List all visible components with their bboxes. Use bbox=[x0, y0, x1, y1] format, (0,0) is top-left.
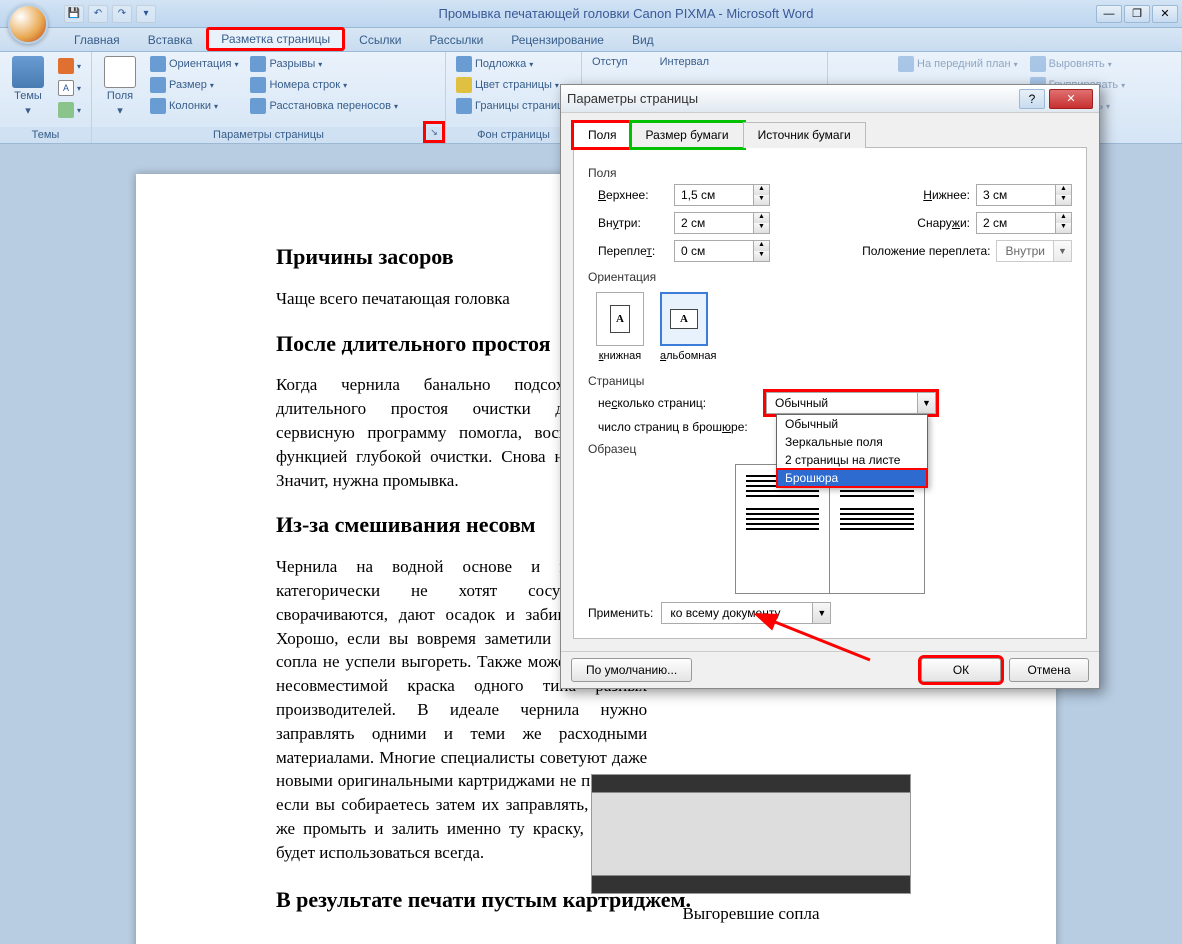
dialog-tabs: Поля Размер бумаги Источник бумаги bbox=[573, 121, 1087, 148]
tab-mailings[interactable]: Рассылки bbox=[415, 29, 497, 51]
dropdown-item-booklet[interactable]: Брошюра bbox=[777, 469, 927, 487]
bring-front-button[interactable]: На передний план▾ bbox=[894, 54, 1022, 74]
ribbon-tabs: Главная Вставка Разметка страницы Ссылки… bbox=[0, 28, 1182, 52]
gutter-pos-label: Положение переплета: bbox=[850, 244, 990, 258]
default-button[interactable]: По умолчанию... bbox=[571, 658, 692, 682]
landscape-option[interactable]: A альбомная bbox=[660, 292, 716, 362]
themes-label: Темы bbox=[14, 90, 42, 102]
quick-access-toolbar: 💾 ↶ ↷ ▾ bbox=[64, 5, 156, 23]
group-themes-label: Темы bbox=[0, 127, 91, 143]
theme-colors-icon[interactable]: ▾ bbox=[54, 56, 85, 76]
tab-references[interactable]: Ссылки bbox=[345, 29, 415, 51]
image-caption: Выгоревшие сопла bbox=[586, 902, 916, 926]
tab-home[interactable]: Главная bbox=[60, 29, 134, 51]
chevron-down-icon[interactable]: ▼ bbox=[917, 393, 935, 413]
page-setup-dialog: Параметры страницы ? ✕ Поля Размер бумаг… bbox=[560, 84, 1100, 689]
image-placeholder bbox=[591, 774, 911, 894]
size-button[interactable]: Размер▾ bbox=[146, 75, 242, 95]
qat-more-icon[interactable]: ▾ bbox=[136, 5, 156, 23]
landscape-label: альбомная bbox=[660, 350, 716, 362]
dialog-tab-paper[interactable]: Размер бумаги bbox=[631, 122, 744, 148]
page-color-button[interactable]: Цвет страницы▾ bbox=[452, 75, 567, 95]
apply-to-combo[interactable]: ко всему документу▼ bbox=[661, 602, 831, 624]
margins-section-label: Поля bbox=[588, 166, 1072, 180]
title-bar: 💾 ↶ ↷ ▾ Промывка печатающей головки Cano… bbox=[0, 0, 1182, 28]
portrait-label: книжная bbox=[599, 350, 642, 362]
orientation-button[interactable]: Ориентация▾ bbox=[146, 54, 242, 74]
group-page-setup-label: Параметры страницы bbox=[92, 127, 445, 143]
dropdown-item-2pages[interactable]: 2 страницы на листе bbox=[777, 451, 927, 469]
tab-insert[interactable]: Вставка bbox=[134, 29, 207, 51]
top-margin-input[interactable]: ▲▼ bbox=[674, 184, 770, 206]
minimize-button[interactable]: — bbox=[1096, 5, 1122, 23]
gutter-pos-combo[interactable]: Внутри▼ bbox=[996, 240, 1072, 262]
close-window-button[interactable]: ✕ bbox=[1152, 5, 1178, 23]
bottom-margin-label: Нижнее: bbox=[900, 188, 970, 202]
interval-label: Интервал bbox=[656, 54, 713, 70]
cancel-button[interactable]: Отмена bbox=[1009, 658, 1089, 682]
window-title: Промывка печатающей головки Canon PIXMA … bbox=[156, 6, 1096, 21]
tab-page-layout[interactable]: Разметка страницы bbox=[206, 27, 345, 51]
page-borders-button[interactable]: Границы страниц bbox=[452, 96, 567, 116]
theme-effects-icon[interactable]: ▾ bbox=[54, 100, 85, 120]
inside-margin-input[interactable]: ▲▼ bbox=[674, 212, 770, 234]
margins-label: Поля bbox=[107, 90, 133, 102]
booklet-sheets-label: число страниц в брошюре: bbox=[598, 420, 758, 434]
top-margin-label: Верхнее: bbox=[598, 188, 668, 202]
pages-section-label: Страницы bbox=[588, 374, 1072, 388]
dialog-help-button[interactable]: ? bbox=[1019, 89, 1045, 109]
apply-to-label: Применить: bbox=[588, 606, 653, 620]
theme-fonts-icon[interactable]: A▾ bbox=[54, 78, 85, 98]
dialog-title: Параметры страницы bbox=[567, 91, 1019, 106]
multi-pages-label: несколько страниц: bbox=[598, 396, 758, 410]
tab-review[interactable]: Рецензирование bbox=[497, 29, 618, 51]
inside-margin-label: Внутри: bbox=[598, 216, 668, 230]
dropdown-item-mirror[interactable]: Зеркальные поля bbox=[777, 433, 927, 451]
outside-margin-input[interactable]: ▲▼ bbox=[976, 212, 1072, 234]
maximize-button[interactable]: ❐ bbox=[1124, 5, 1150, 23]
ok-button[interactable]: ОК bbox=[921, 658, 1001, 682]
breaks-button[interactable]: Разрывы▾ bbox=[246, 54, 402, 74]
portrait-option[interactable]: A книжная bbox=[596, 292, 644, 362]
page-setup-dialog-launcher[interactable]: ↘ bbox=[423, 121, 445, 143]
columns-button[interactable]: Колонки▾ bbox=[146, 96, 242, 116]
redo-icon[interactable]: ↷ bbox=[112, 5, 132, 23]
undo-icon[interactable]: ↶ bbox=[88, 5, 108, 23]
office-button[interactable] bbox=[8, 4, 48, 44]
tab-view[interactable]: Вид bbox=[618, 29, 668, 51]
indent-label: Отступ bbox=[588, 54, 632, 70]
gutter-label: Переплет: bbox=[598, 244, 668, 258]
gutter-input[interactable]: ▲▼ bbox=[674, 240, 770, 262]
line-numbers-button[interactable]: Номера строк▾ bbox=[246, 75, 402, 95]
save-icon[interactable]: 💾 bbox=[64, 5, 84, 23]
bottom-margin-input[interactable]: ▲▼ bbox=[976, 184, 1072, 206]
hyphenation-button[interactable]: Расстановка переносов▾ bbox=[246, 96, 402, 116]
align-button[interactable]: Выровнять▾ bbox=[1026, 54, 1130, 74]
dialog-titlebar[interactable]: Параметры страницы ? ✕ bbox=[561, 85, 1099, 113]
dialog-tab-source[interactable]: Источник бумаги bbox=[743, 122, 866, 148]
dialog-tab-margins[interactable]: Поля bbox=[573, 122, 632, 148]
dropdown-item-normal[interactable]: Обычный bbox=[777, 415, 927, 433]
dialog-close-button[interactable]: ✕ bbox=[1049, 89, 1093, 109]
orientation-section-label: Ориентация bbox=[588, 270, 1072, 284]
outside-margin-label: Снаружи: bbox=[900, 216, 970, 230]
watermark-button[interactable]: Подложка▾ bbox=[452, 54, 567, 74]
multi-pages-dropdown: Обычный Зеркальные поля 2 страницы на ли… bbox=[776, 414, 928, 488]
multi-pages-combo[interactable]: Обычный▼ bbox=[766, 392, 936, 414]
